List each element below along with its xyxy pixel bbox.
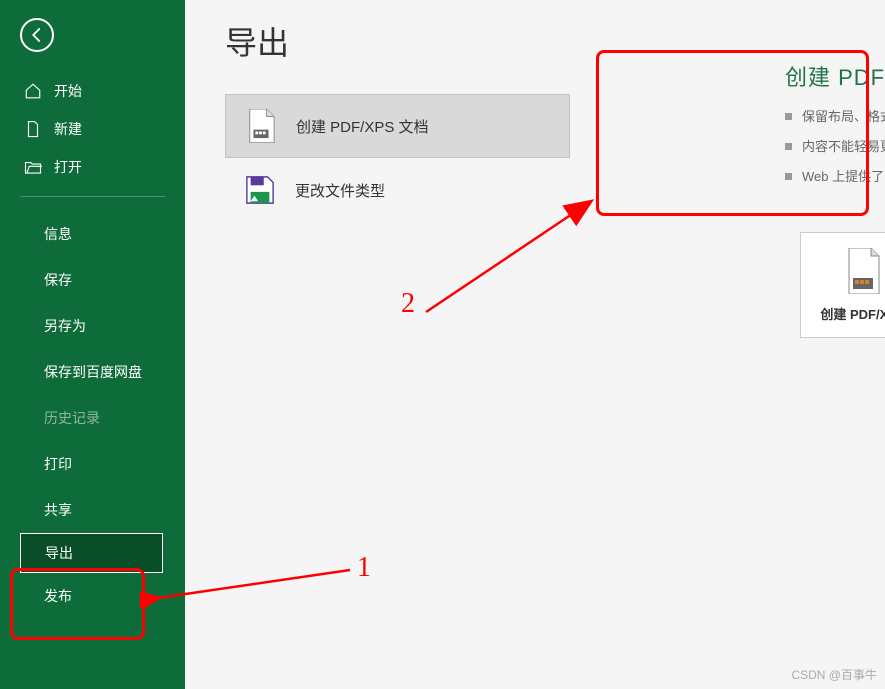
sidebar-item-new[interactable]: 新建: [0, 110, 185, 148]
sidebar-item-save-as[interactable]: 另存为: [0, 303, 185, 349]
bullet-icon: [785, 173, 792, 180]
sidebar-label: 历史记录: [44, 408, 100, 428]
list-item: 内容不能轻易更改: [785, 138, 885, 156]
arrow-left-icon: [28, 26, 46, 44]
sidebar-label: 保存: [44, 270, 72, 290]
detail-bullets: 保留布局、格式、字体和图像 内容不能轻易更改 Web 上提供了免费查看器: [785, 108, 885, 187]
page-title: 导出: [225, 18, 885, 64]
bullet-text: 内容不能轻易更改: [802, 138, 885, 156]
sidebar-label: 导出: [45, 543, 73, 563]
bullet-text: 保留布局、格式、字体和图像: [802, 108, 885, 126]
sidebar-item-open[interactable]: 打开: [0, 148, 185, 186]
pdf-export-icon: [843, 248, 883, 294]
folder-open-icon: [24, 158, 42, 176]
sidebar-label: 打开: [54, 157, 82, 177]
bullet-text: Web 上提供了免费查看器: [802, 168, 885, 186]
action-label: 创建 PDF/XPS: [820, 304, 885, 323]
sidebar-item-publish[interactable]: 发布: [0, 573, 185, 619]
option-create-pdf-xps[interactable]: 创建 PDF/XPS 文档: [225, 94, 570, 158]
sidebar-label: 共享: [44, 500, 72, 520]
option-change-file-type[interactable]: 更改文件类型: [225, 158, 570, 222]
bullet-icon: [785, 143, 792, 150]
sidebar-item-export[interactable]: 导出: [20, 533, 163, 573]
sidebar-item-info[interactable]: 信息: [0, 211, 185, 257]
save-as-icon: [245, 173, 275, 207]
back-button[interactable]: [20, 18, 54, 52]
pdf-icon: [246, 109, 276, 143]
sidebar-label: 打印: [44, 454, 72, 474]
detail-panel: 创建 PDF/XPS 文档 保留布局、格式、字体和图像 内容不能轻易更改 Web…: [785, 60, 885, 199]
option-label: 更改文件类型: [295, 180, 385, 201]
export-options: 创建 PDF/XPS 文档 更改文件类型: [225, 94, 570, 222]
sidebar-label: 发布: [44, 586, 72, 606]
sidebar-label: 开始: [54, 81, 82, 101]
main-panel: 导出 创建 PDF/XPS 文档: [185, 0, 885, 689]
sidebar-label: 信息: [44, 224, 72, 244]
detail-title: 创建 PDF/XPS 文档: [785, 60, 885, 92]
backstage-sidebar: 开始 新建 打开 信息 保存 另存为 保存到百度网盘 历史记录 打印 共享 导出…: [0, 0, 185, 689]
bullet-icon: [785, 113, 792, 120]
sidebar-label: 新建: [54, 119, 82, 139]
option-label: 创建 PDF/XPS 文档: [296, 116, 429, 137]
sidebar-item-start[interactable]: 开始: [0, 72, 185, 110]
sidebar-item-save-baidu[interactable]: 保存到百度网盘: [0, 349, 185, 395]
create-pdf-xps-button[interactable]: 创建 PDF/XPS: [800, 232, 885, 338]
sidebar-label: 保存到百度网盘: [44, 362, 142, 382]
home-icon: [24, 82, 42, 100]
new-file-icon: [24, 120, 42, 138]
sidebar-item-save[interactable]: 保存: [0, 257, 185, 303]
sidebar-item-print[interactable]: 打印: [0, 441, 185, 487]
list-item: Web 上提供了免费查看器: [785, 168, 885, 186]
sidebar-item-history: 历史记录: [0, 395, 185, 441]
sidebar-label: 另存为: [44, 316, 86, 336]
sidebar-item-share[interactable]: 共享: [0, 487, 185, 533]
list-item: 保留布局、格式、字体和图像: [785, 108, 885, 126]
sidebar-divider: [20, 196, 165, 197]
